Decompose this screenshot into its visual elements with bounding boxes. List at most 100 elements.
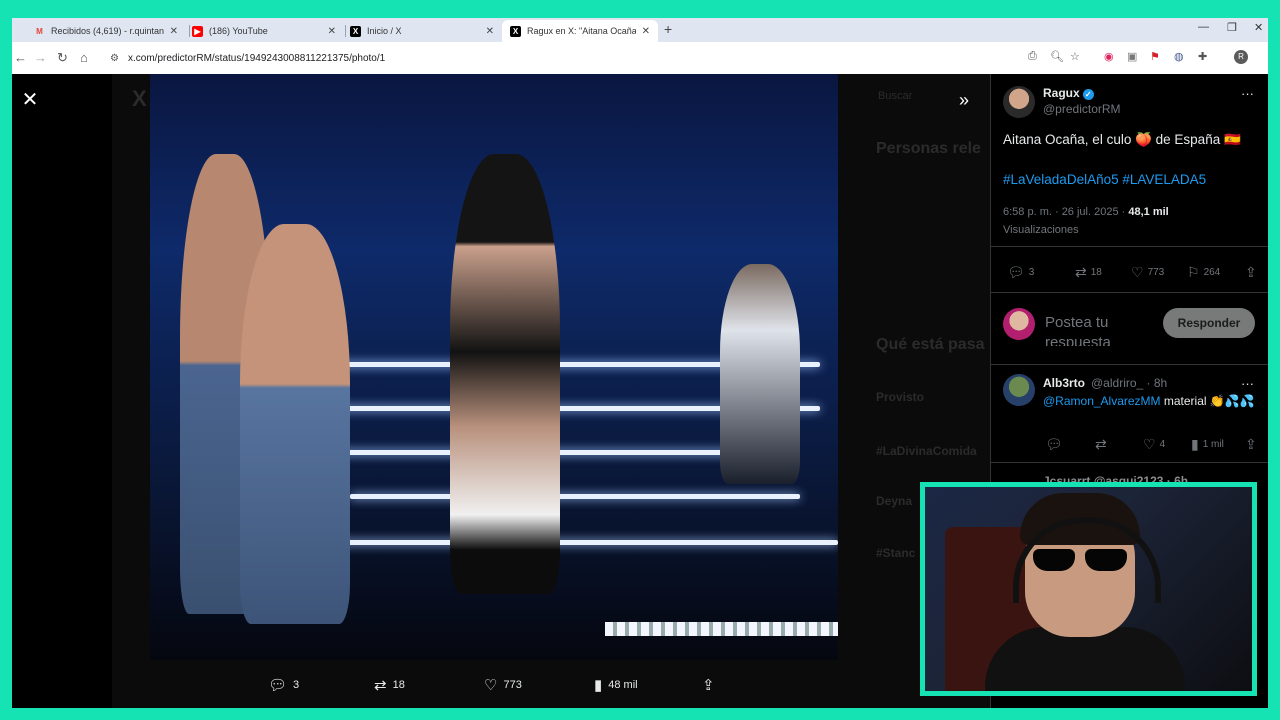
like-count: 773 [1147, 267, 1165, 278]
sunglasses [1033, 549, 1129, 573]
tab-x-home[interactable]: X Inicio / X ✕ [342, 20, 502, 42]
zoom-icon[interactable]: 🔍︎ [1050, 50, 1064, 63]
ghost-trend: #Stanc [876, 546, 916, 560]
repost-action[interactable]: ⇄ [1095, 436, 1111, 453]
tweet-text: Aitana Ocaña, el culo 🍑 de España 🇪🇸 [1003, 132, 1241, 147]
close-tab-icon[interactable]: ✕ [170, 26, 178, 37]
ghost-search: Buscar [878, 90, 913, 102]
forward-icon[interactable]: → [34, 50, 47, 65]
extension-icon[interactable]: ◉ [1104, 50, 1114, 63]
tab-x-tweet[interactable]: X Ragux en X: "Aitana Ocaña, el c ✕ [502, 20, 658, 42]
browser-toolbar: ← → ↻ ⌂ ⚙ x.com/predictorRM/status/19492… [12, 42, 1268, 74]
tab-title: Inicio / X [367, 26, 402, 36]
share-icon[interactable]: ⇪ [1245, 436, 1261, 453]
tab-title: Recibidos (4,619) - r.quintana.r [51, 26, 164, 36]
stage-light [350, 494, 800, 499]
minimize-icon[interactable]: — [1198, 21, 1209, 33]
heart-icon: ♡ [484, 677, 498, 694]
like-action[interactable]: ♡ 4 [1143, 436, 1165, 453]
tab-title: (186) YouTube [209, 26, 268, 36]
views-count: 1 mil [1202, 439, 1224, 450]
youtube-icon: ▶ [192, 25, 203, 37]
share-icon[interactable]: ⇪ [1245, 264, 1261, 281]
extension-icon[interactable]: ▣ [1127, 50, 1137, 63]
like-action[interactable]: ♡ 773 [484, 676, 522, 694]
reload-icon[interactable]: ↻ [57, 50, 68, 66]
share-action[interactable]: ⇪ [702, 676, 721, 694]
close-tab-icon[interactable]: ✕ [642, 26, 650, 37]
divider [991, 246, 1268, 247]
author-handle[interactable]: @predictorRM [1043, 102, 1121, 116]
reply-action[interactable]: 💬︎ 3 [1007, 264, 1034, 281]
stage-light [290, 540, 838, 545]
x-icon: X [510, 25, 521, 37]
tab-strip: M Recibidos (4,619) - r.quintana.r ✕ ▶ (… [12, 18, 1268, 42]
reply-action[interactable]: 💬︎ 3 [268, 676, 299, 694]
author-name[interactable]: Ragux ✓ [1043, 86, 1094, 100]
repost-icon: ⇄ [1095, 436, 1107, 452]
views-action[interactable]: ▮ 1 mil [1191, 436, 1224, 453]
bookmark-star-icon[interactable]: ☆ [1070, 50, 1080, 63]
like-count: 773 [503, 679, 522, 691]
repost-count: 18 [1090, 267, 1102, 278]
more-options-icon[interactable]: ··· [1241, 376, 1254, 391]
divider [991, 364, 1268, 365]
collapse-panel-button[interactable]: » [952, 88, 976, 112]
x-logo-ghost: X [132, 86, 147, 111]
tweet-timestamp: 6:58 p. m. · 26 jul. 2025 · 48,1 mil [1003, 206, 1169, 218]
profile-avatar[interactable]: R [1234, 50, 1248, 64]
install-icon[interactable]: ⎙ [1028, 50, 1037, 63]
reply-author-name[interactable]: Alb3rto [1043, 376, 1085, 390]
back-icon[interactable]: ← [14, 50, 27, 65]
tab-youtube[interactable]: ▶ (186) YouTube ✕ [184, 20, 344, 42]
address-bar[interactable]: ⚙ x.com/predictorRM/status/1949243008811… [110, 47, 1002, 69]
views-count: 48,1 mil [1128, 206, 1169, 218]
bookmark-action[interactable]: ⚐ 264 [1187, 264, 1220, 281]
reply-count: 3 [293, 679, 300, 691]
share-icon: ⇪ [702, 677, 715, 694]
reply-action[interactable]: 💬︎ [1045, 436, 1067, 453]
close-tab-icon[interactable]: ✕ [486, 26, 494, 37]
reply-mention[interactable]: @Ramon_AlvarezMM [1043, 394, 1161, 408]
ghost-trend: Provisto [876, 390, 925, 404]
author-avatar[interactable] [1003, 86, 1035, 118]
close-window-icon[interactable]: ✕ [1254, 21, 1263, 34]
tweet-photo[interactable] [150, 74, 838, 660]
divider [991, 462, 1268, 463]
bookmark-count: 264 [1203, 267, 1221, 278]
home-icon[interactable]: ⌂ [80, 50, 88, 65]
extensions-puzzle-icon[interactable]: ✚ [1198, 50, 1207, 63]
repost-action[interactable]: ⇄ 18 [1075, 264, 1102, 281]
maximize-icon[interactable]: ❐ [1227, 21, 1237, 34]
more-options-icon[interactable]: ··· [1241, 86, 1254, 101]
like-action[interactable]: ♡ 773 [1131, 264, 1164, 281]
tab-title: Ragux en X: "Aitana Ocaña, el c [527, 26, 636, 36]
tab-gmail[interactable]: M Recibidos (4,619) - r.quintana.r ✕ [26, 20, 186, 42]
views-count: 48 mil [608, 679, 638, 691]
reply-author-avatar[interactable] [1003, 374, 1035, 406]
close-tab-icon[interactable]: ✕ [328, 26, 336, 37]
reply-input-placeholder[interactable]: Postea tu [1045, 314, 1108, 331]
repost-icon: ⇄ [374, 677, 387, 694]
close-viewer-button[interactable]: ✕ [18, 88, 42, 112]
views-action[interactable]: ▮ 48 mil [594, 676, 638, 694]
new-tab-button[interactable]: + [664, 21, 672, 37]
reply-icon: 💬︎ [268, 677, 288, 694]
heart-icon: ♡ [1131, 264, 1144, 280]
bar-chart-icon: ▮ [594, 677, 603, 694]
reply-input-placeholder[interactable]: respuesta [1045, 334, 1111, 346]
spain-flag-emoji: 🇪🇸 [1223, 132, 1241, 147]
reply-author-handle[interactable]: @aldriro_ · 8h [1091, 376, 1167, 390]
reply-count: 3 [1028, 267, 1035, 278]
gmail-icon: M [36, 26, 43, 36]
site-info-icon[interactable]: ⚙ [110, 53, 119, 64]
repost-action[interactable]: ⇄ 18 [374, 676, 405, 694]
user-avatar[interactable] [1003, 308, 1035, 340]
extension-icon[interactable]: ◍ [1174, 50, 1184, 63]
ghost-heading: Personas rele [876, 140, 981, 157]
bar-chart-icon: ▮ [1191, 436, 1199, 452]
bookmark-icon: ⚐ [1187, 264, 1200, 280]
tweet-hashtags[interactable]: #LaVeladaDelAño5 #LAVELADA5 [1003, 172, 1206, 187]
extension-icon[interactable]: ⚑ [1150, 50, 1160, 63]
reply-button[interactable]: Responder [1163, 308, 1255, 338]
